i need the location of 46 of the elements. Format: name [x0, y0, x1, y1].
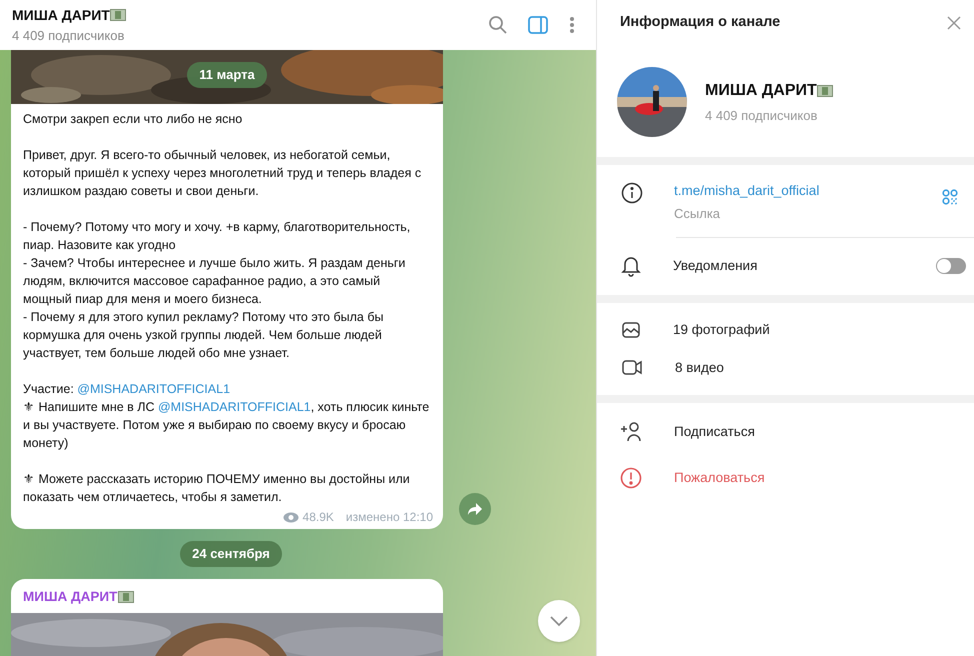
media-label: 19 фотографий — [673, 320, 770, 339]
sidebar-icon — [528, 16, 548, 34]
warning-icon — [620, 466, 642, 489]
channel-link[interactable]: t.me/misha_darit_official — [674, 181, 942, 202]
author-name: МИША ДАРИТ — [23, 588, 118, 606]
notifications-toggle[interactable] — [936, 258, 966, 274]
bell-icon — [621, 255, 641, 278]
scroll-down-button[interactable] — [538, 600, 580, 642]
date-badge: 24 сентября — [180, 541, 282, 566]
subscribe-button[interactable]: Подписаться — [597, 408, 974, 455]
qr-code-icon[interactable] — [942, 189, 958, 205]
message-paragraph: Смотри закреп если что либо не ясно — [23, 111, 244, 128]
subscriber-count: 4 409 подписчиков — [705, 106, 818, 125]
message-paragraph: - Почему? Потому что могу и хочу. +в карму, благотворительность, пиар. Назовите как угодно - Зачем? Чтобы интереснее и лучше было жить. Я раздам деньги людям, включится массовое сарафанное радио, а это самый мощный пиар для меня и моего бизнеса. - Почему я для этого купил рекламу? Потому что это была бы кормушка для очень узкой группы людей. Чем больше людей участвует, тем больше людей обо мне узнает. — [23, 219, 412, 362]
media-row[interactable]: 8 видео — [597, 348, 974, 387]
more-icon — [569, 16, 575, 34]
panel-title: Информация о канале — [620, 13, 782, 32]
message-paragraph: Участие: @MISHADARITOFFICIAL1 ⚜ Напишите мне в ЛС @MISHADARITOFFICIAL1, хоть плюсик киньте и вы участвуете. Потом уже я выбираю по своему вкусу и бросаю монету) — [23, 381, 430, 452]
report-button[interactable]: Пожаловаться — [597, 454, 974, 501]
mention-link[interactable]: @MISHADARITOFFICIAL1 — [77, 382, 230, 396]
add-user-icon — [620, 422, 642, 442]
money-icon — [110, 9, 126, 22]
info-icon — [621, 182, 643, 204]
money-icon — [816, 84, 833, 97]
forward-button[interactable] — [459, 493, 491, 525]
eye-icon — [282, 512, 299, 522]
message-paragraph: ⚜ Можете рассказать историю ПОЧЕМУ именно вы достойны или показать чем отличаетесь, чтобы я заметил. — [23, 471, 411, 506]
image-icon — [622, 322, 640, 338]
media-row[interactable]: 19 фотографий — [597, 310, 974, 349]
media-label: 8 видео — [675, 358, 724, 377]
video-icon — [622, 360, 642, 376]
close-icon — [947, 16, 961, 30]
date-badge: 11 марта — [187, 62, 267, 88]
channel-name: МИША ДАРИТ — [705, 80, 817, 101]
chevron-down-icon — [549, 615, 569, 627]
message-paragraph: Привет, друг. Я всего-то обычный человек, из небогатой семьи, который пришёл к успеху через многолетний труд и теперь владея с излишком раздаю советы и свои деньги. — [23, 147, 422, 200]
share-icon — [467, 502, 483, 516]
link-label: Ссылка — [674, 205, 722, 224]
edited-time: изменено 12:10 — [346, 509, 433, 526]
view-count: 48.9K — [302, 509, 334, 526]
subscriber-count: 4 409 подписчиков — [12, 26, 126, 45]
channel-title: МИША ДАРИТ — [12, 6, 110, 25]
mention-link[interactable]: @MISHADARITOFFICIAL1 — [158, 400, 311, 414]
notifications-label: Уведомления — [673, 257, 758, 276]
money-icon — [118, 590, 134, 603]
search-icon — [488, 15, 508, 35]
